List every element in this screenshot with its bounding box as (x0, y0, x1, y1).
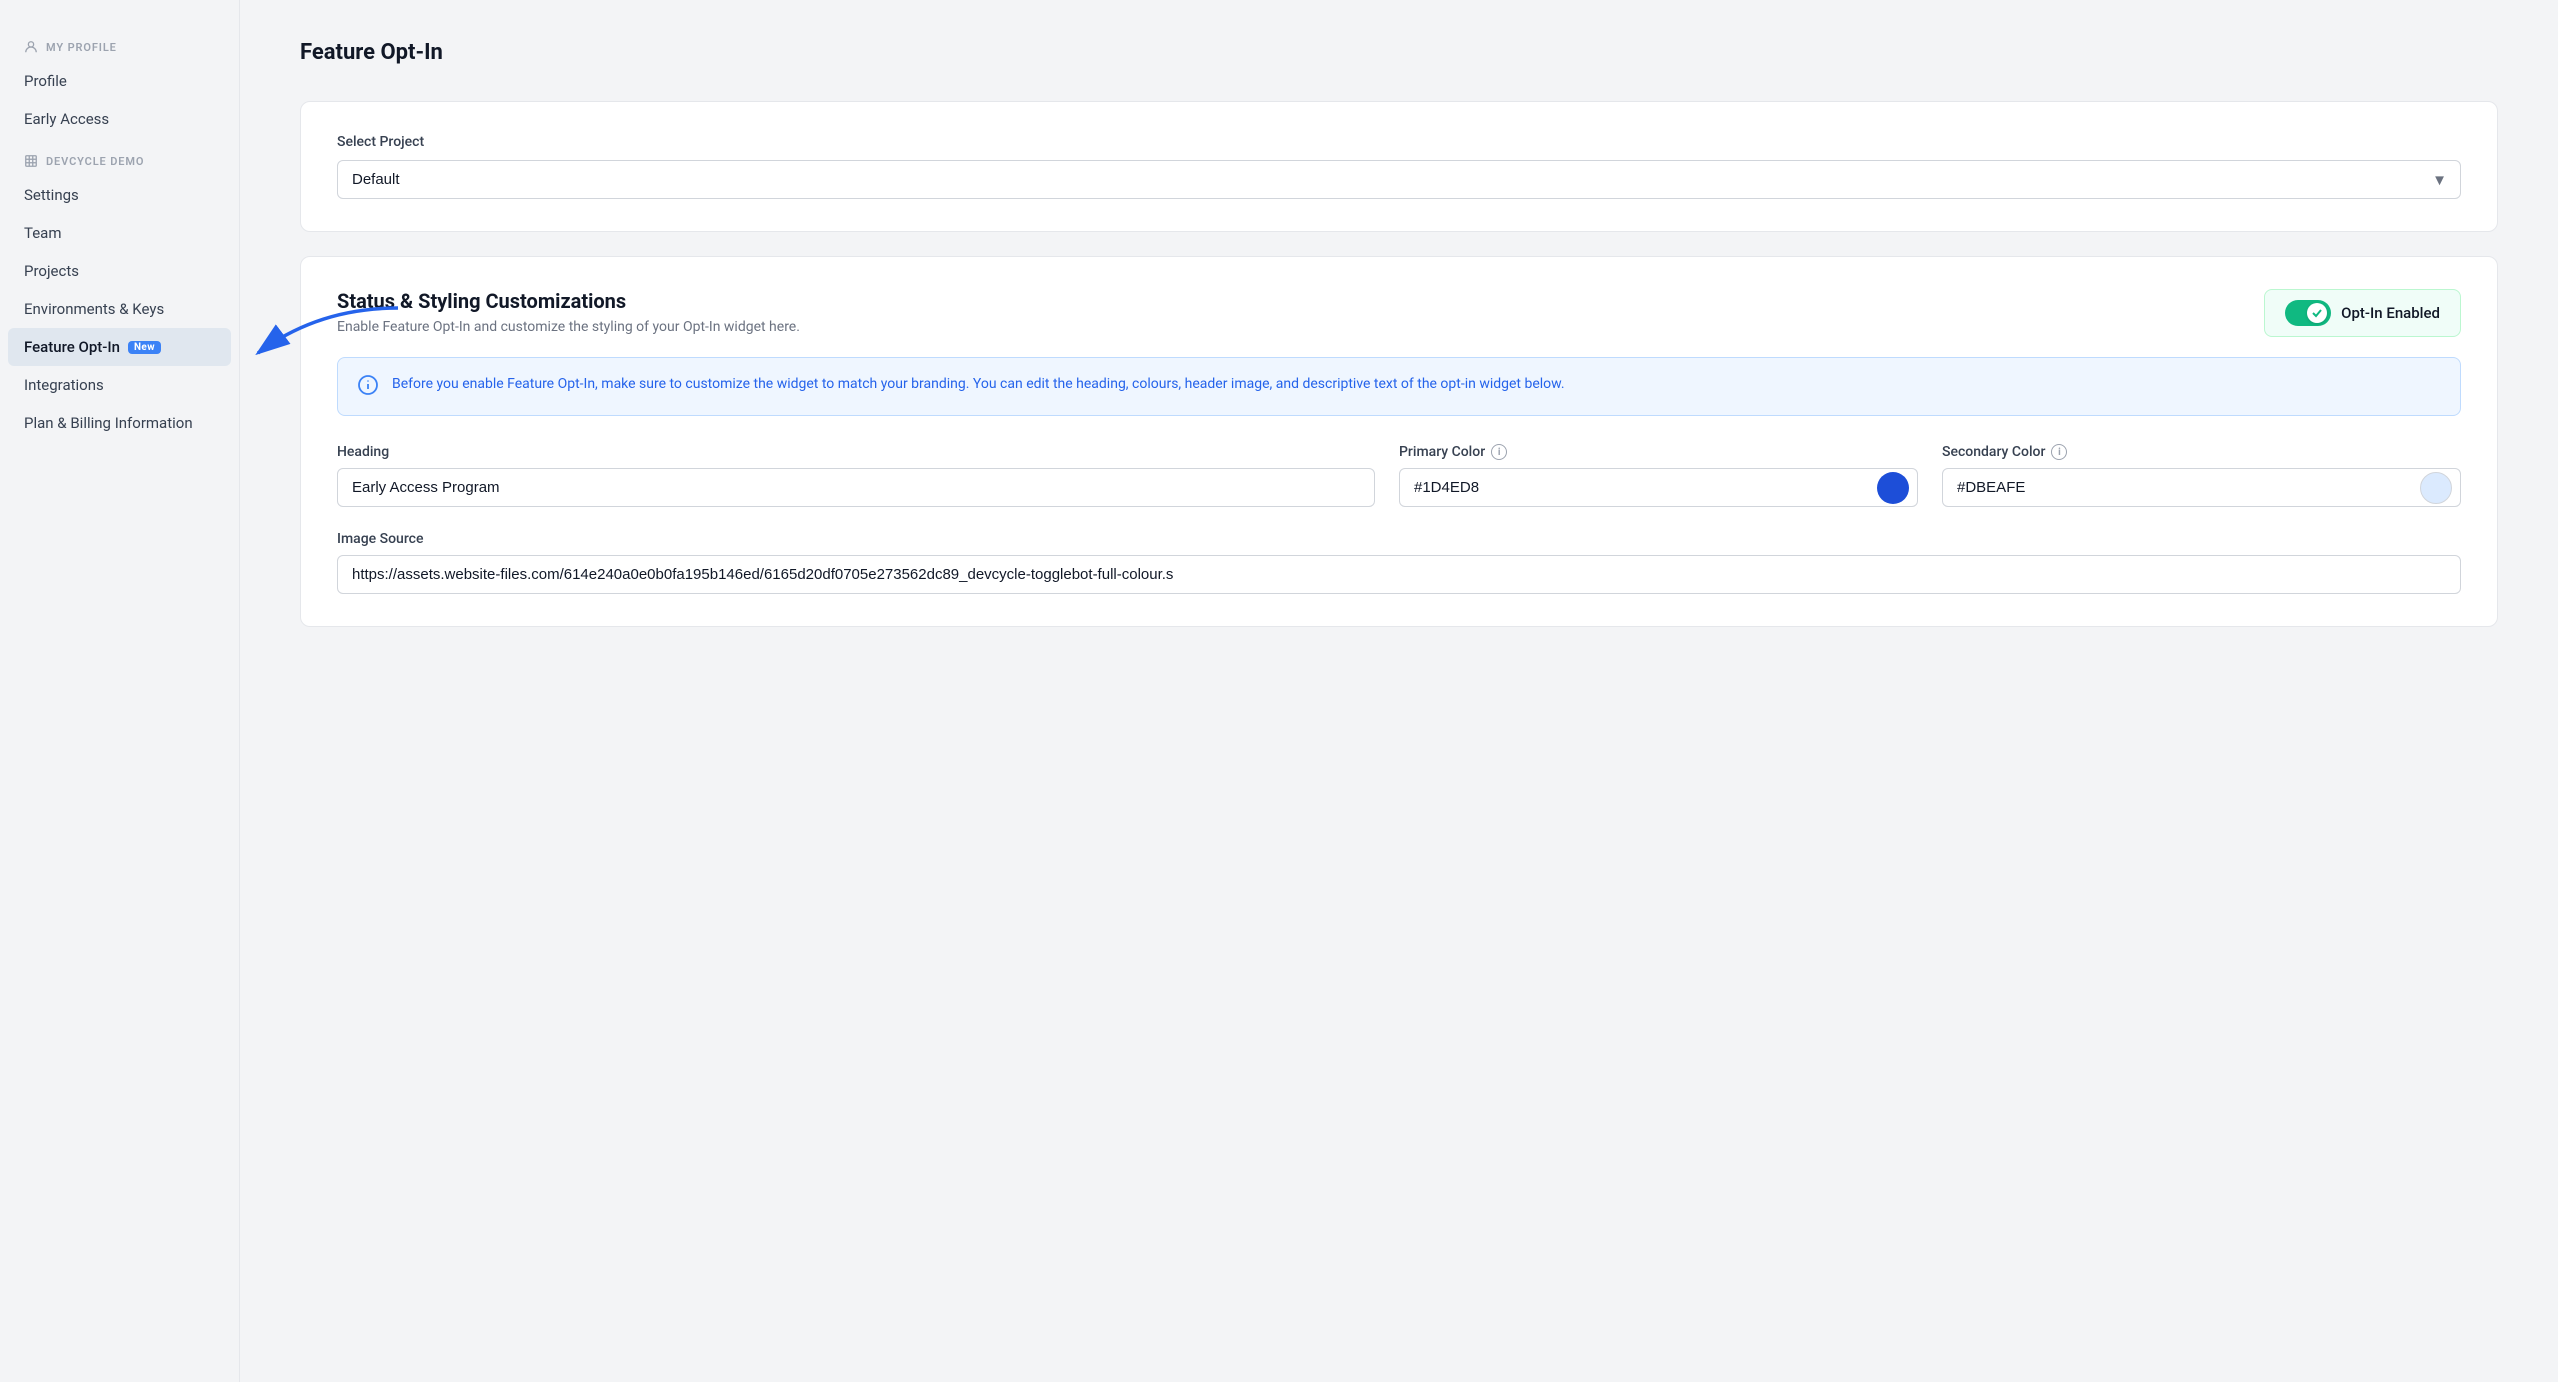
secondary-color-input[interactable] (1943, 469, 2420, 506)
heading-input[interactable] (337, 468, 1375, 507)
heading-label: Heading (337, 444, 1375, 460)
sidebar-my-profile-section: MY PROFILE Profile Early Access (0, 32, 239, 138)
sidebar-item-environments-keys[interactable]: Environments & Keys (0, 290, 239, 328)
secondary-color-field-group: Secondary Color i (1942, 444, 2461, 507)
sidebar-item-profile[interactable]: Profile (0, 62, 239, 100)
primary-color-input[interactable] (1400, 469, 1877, 506)
primary-color-info-icon[interactable]: i (1491, 444, 1507, 460)
toggle-track (2285, 300, 2331, 326)
toggle-thumb (2307, 303, 2327, 323)
building-icon (24, 154, 38, 168)
opt-in-enabled-label: Opt-In Enabled (2341, 304, 2440, 322)
primary-color-field-group: Primary Color i (1399, 444, 1918, 507)
image-source-input[interactable] (337, 555, 2461, 594)
page-title: Feature Opt-In (300, 40, 2498, 65)
sidebar-item-feature-opt-in[interactable]: Feature Opt-In New (8, 328, 231, 366)
info-banner-text: Before you enable Feature Opt-In, make s… (392, 374, 1565, 396)
status-header: Status & Styling Customizations Enable F… (337, 289, 2461, 337)
select-project-label: Select Project (337, 134, 2461, 150)
my-profile-label: MY PROFILE (46, 41, 117, 54)
sidebar-devcycle-section: DEVCYCLE DEMO Settings Team Projects Env… (0, 146, 239, 442)
sidebar-item-plan-billing[interactable]: Plan & Billing Information (0, 404, 239, 442)
person-icon (24, 40, 38, 54)
new-badge: New (128, 341, 161, 354)
primary-color-input-wrapper (1399, 468, 1918, 507)
project-select-wrapper: Default ▼ (337, 160, 2461, 199)
devcycle-header: DEVCYCLE DEMO (0, 146, 239, 176)
image-source-label: Image Source (337, 531, 2461, 547)
heading-field-group: Heading (337, 444, 1375, 507)
status-styling-card: Status & Styling Customizations Enable F… (300, 256, 2498, 627)
sidebar-item-integrations[interactable]: Integrations (0, 366, 239, 404)
sidebar-item-early-access[interactable]: Early Access (0, 100, 239, 138)
fields-row-colors: Heading Primary Color i Secondary Color (337, 444, 2461, 507)
devcycle-label: DEVCYCLE DEMO (46, 155, 144, 168)
primary-color-label: Primary Color i (1399, 444, 1918, 460)
opt-in-badge: Opt-In Enabled (2264, 289, 2461, 337)
main-content: Feature Opt-In Select Project Default ▼ … (240, 0, 2558, 1382)
sidebar-item-team[interactable]: Team (0, 214, 239, 252)
my-profile-header: MY PROFILE (0, 32, 239, 62)
status-title: Status & Styling Customizations (337, 289, 800, 313)
secondary-color-input-wrapper (1942, 468, 2461, 507)
image-source-field-group: Image Source (337, 531, 2461, 594)
primary-color-swatch[interactable] (1877, 472, 1909, 504)
secondary-color-label: Secondary Color i (1942, 444, 2461, 460)
secondary-color-info-icon[interactable]: i (2051, 444, 2067, 460)
status-description: Enable Feature Opt-In and customize the … (337, 319, 800, 335)
opt-in-toggle[interactable] (2285, 300, 2331, 326)
sidebar-item-settings[interactable]: Settings (0, 176, 239, 214)
sidebar-item-projects[interactable]: Projects (0, 252, 239, 290)
check-icon (2311, 307, 2323, 319)
sidebar: MY PROFILE Profile Early Access DEVCYCLE… (0, 0, 240, 1382)
info-circle-icon (358, 375, 378, 399)
project-select[interactable]: Default (337, 160, 2461, 199)
status-title-group: Status & Styling Customizations Enable F… (337, 289, 800, 335)
info-banner: Before you enable Feature Opt-In, make s… (337, 357, 2461, 416)
select-project-card: Select Project Default ▼ (300, 101, 2498, 232)
secondary-color-swatch[interactable] (2420, 472, 2452, 504)
